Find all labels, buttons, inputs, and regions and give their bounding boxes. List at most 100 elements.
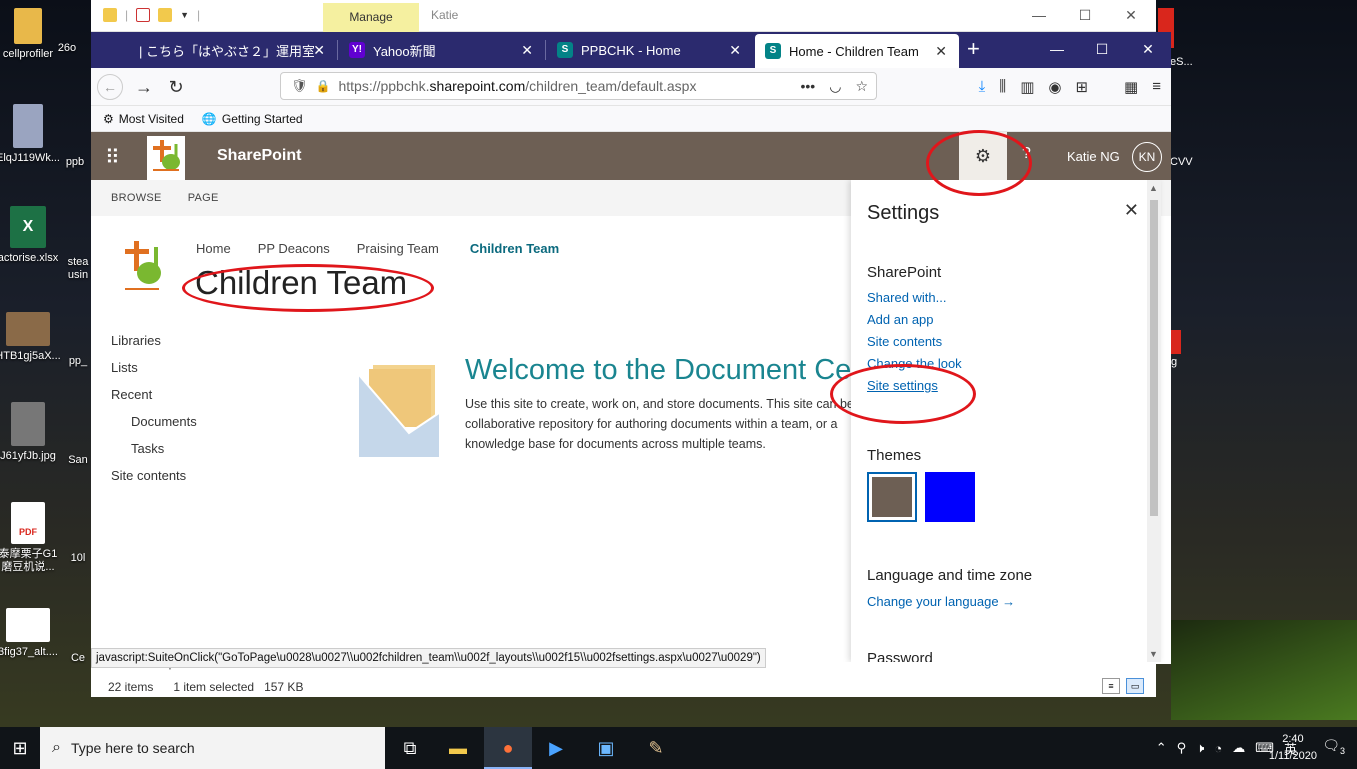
new-tab-icon[interactable]: + <box>967 36 980 62</box>
url-bar[interactable]: 🛡 🔒 https://ppbchk. sharepoint.com/childr… <box>280 72 877 100</box>
close-icon[interactable]: ✕ <box>1108 0 1154 32</box>
shield-icon[interactable]: 🛡 <box>291 78 308 94</box>
library-icon[interactable]: ⫼ <box>999 78 1006 96</box>
link-shared-with[interactable]: Shared with... <box>867 290 947 305</box>
desktop-icon[interactable]: 10l <box>64 552 92 565</box>
desktop-icon[interactable]: PDF 泰摩栗子G1 磨豆机说... <box>0 502 64 574</box>
close-tab-icon[interactable]: ✕ <box>729 42 741 59</box>
maximize-icon[interactable]: ☐ <box>1062 0 1108 32</box>
app-launcher-icon[interactable]: ⠿ <box>105 145 120 170</box>
breadcrumb-home[interactable]: Home <box>196 241 231 256</box>
nav-tasks[interactable]: Tasks <box>111 441 197 468</box>
clock[interactable]: 2:40 1/11/2020 <box>1269 731 1317 765</box>
gift-icon[interactable]: ▦ <box>1124 78 1138 96</box>
large-icons-view-icon[interactable]: ▭ <box>1126 678 1144 694</box>
desktop-icon[interactable]: ElqJ119Wk... <box>0 104 64 165</box>
close-icon[interactable]: ✕ <box>1124 200 1139 221</box>
tab-yahoo[interactable]: Y! Yahoo新聞 ✕ <box>339 32 545 68</box>
reload-icon[interactable]: ↻ <box>163 74 189 100</box>
minimize-icon[interactable]: — <box>1034 32 1080 68</box>
desktop-icon[interactable]: 3fig37_alt.... <box>0 608 64 659</box>
scrollbar-thumb[interactable] <box>1150 200 1158 516</box>
lock-icon[interactable]: 🔒 <box>316 79 331 93</box>
desktop-icon[interactable]: 26o <box>42 42 92 55</box>
file-explorer-icon[interactable]: ▬ <box>434 727 482 769</box>
desktop-icon[interactable]: X actorise.xlsx <box>0 206 64 265</box>
close-tab-icon[interactable]: ✕ <box>521 42 533 59</box>
firefox-icon[interactable]: ● <box>484 727 532 769</box>
tab-hayabusa[interactable]: | こちら「はやぶさ２」運用室 ✕ <box>129 32 337 68</box>
tab-ppbchk-home[interactable]: S PPBCHK - Home ✕ <box>547 32 753 68</box>
nav-site-contents[interactable]: Site contents <box>111 468 197 495</box>
bookmark-star-icon[interactable]: ☆ <box>855 78 868 95</box>
folder-icon[interactable] <box>103 8 117 22</box>
onedrive-icon[interactable]: ☁ <box>1232 740 1245 756</box>
sidebar-icon[interactable]: ▥ <box>1020 78 1034 96</box>
task-view-icon[interactable]: ⧉ <box>386 727 434 769</box>
desktop-icon[interactable]: San <box>64 454 92 467</box>
ribbon-tab-page[interactable]: PAGE <box>188 192 219 204</box>
user-name[interactable]: Katie NG <box>1067 149 1120 164</box>
theme-swatch-blue[interactable] <box>925 472 975 522</box>
app-name[interactable]: SharePoint <box>217 147 301 165</box>
tab-children-team[interactable]: S Home - Children Team ✕ <box>755 34 959 68</box>
desktop-icon[interactable]: J61yfJb.jpg <box>0 402 64 463</box>
network-icon[interactable]: ⚲ <box>1177 740 1187 756</box>
close-tab-icon[interactable]: ✕ <box>935 43 947 60</box>
bookmark-most-visited[interactable]: ⚙ Most Visited <box>103 112 184 126</box>
tab-separator <box>337 40 338 60</box>
breadcrumb-praising-team[interactable]: Praising Team <box>357 241 439 256</box>
nav-recent[interactable]: Recent <box>111 387 197 414</box>
extension-icon[interactable]: ⊞ <box>1075 78 1088 96</box>
scrollbar[interactable]: ▲ ▼ <box>1147 180 1161 662</box>
nav-libraries[interactable]: Libraries <box>111 333 197 360</box>
nav-lists[interactable]: Lists <box>111 360 197 387</box>
site-logo[interactable] <box>117 237 167 299</box>
menu-icon[interactable]: ≡ <box>1152 78 1161 96</box>
bookmark-getting-started[interactable]: 🌐 Getting Started <box>202 112 303 126</box>
details-view-icon[interactable]: ≡ <box>1102 678 1120 694</box>
photos-icon[interactable]: ▣ <box>582 727 630 769</box>
desktop-icon[interactable]: HTB1gj5aX... <box>0 312 64 363</box>
theme-swatch-brown[interactable] <box>867 472 917 522</box>
account-icon[interactable]: ◉ <box>1048 78 1061 96</box>
desktop-icon[interactable]: pp_ <box>64 355 92 368</box>
page-actions-icon[interactable]: ••• <box>801 78 816 95</box>
desktop-label: g <box>1171 356 1178 368</box>
avatar[interactable]: KN <box>1132 142 1162 172</box>
new-folder-icon[interactable] <box>158 8 173 22</box>
ribbon-tab-browse[interactable]: BROWSE <box>111 192 162 204</box>
chevron-down-icon[interactable]: ▼ <box>180 10 189 20</box>
breadcrumb-pp-deacons[interactable]: PP Deacons <box>258 241 330 256</box>
nav-documents[interactable]: Documents <box>111 414 197 441</box>
maximize-icon[interactable]: ☐ <box>1079 32 1125 68</box>
minimize-icon[interactable]: — <box>1016 0 1062 32</box>
desktop-icon[interactable]: Ce <box>64 652 92 665</box>
media-player-icon[interactable]: ▶ <box>532 727 580 769</box>
site-logo-small[interactable] <box>147 136 185 180</box>
volume-mute-icon[interactable]: 🕨 <box>1196 740 1204 756</box>
scroll-up-icon[interactable]: ▲ <box>1149 183 1158 193</box>
chevron-up-icon[interactable]: ⌃ <box>1156 740 1167 756</box>
taskbar-search[interactable]: ⌕ Type here to search <box>40 727 385 769</box>
desktop-icon[interactable]: stea usin <box>64 256 92 282</box>
link-add-an-app[interactable]: Add an app <box>867 312 934 327</box>
breadcrumb-children-team[interactable]: Children Team <box>470 241 559 256</box>
windows-start-icon[interactable]: ⊞ <box>0 727 40 769</box>
pocket-icon[interactable]: ◡ <box>829 78 841 95</box>
link-change-language[interactable]: Change your language → <box>867 594 1015 609</box>
link-site-contents[interactable]: Site contents <box>867 334 942 349</box>
manage-tab[interactable]: Manage <box>323 3 419 32</box>
scroll-down-icon[interactable]: ▼ <box>1149 649 1158 659</box>
wifi-icon[interactable]: ◔ <box>1214 741 1222 756</box>
forward-icon[interactable]: → <box>131 74 157 100</box>
download-icon[interactable]: ⤓ <box>979 78 986 96</box>
close-icon[interactable]: ✕ <box>1125 32 1171 68</box>
properties-icon[interactable] <box>136 8 151 22</box>
back-icon[interactable]: ← <box>97 74 123 100</box>
paint-icon[interactable]: ✎ <box>632 727 680 769</box>
desktop-icon[interactable]: ppb <box>60 156 90 169</box>
desktop-icon-partial[interactable] <box>1171 330 1181 354</box>
notification-icon[interactable]: 🗨3 <box>1322 737 1345 756</box>
close-tab-icon[interactable]: ✕ <box>313 42 325 59</box>
